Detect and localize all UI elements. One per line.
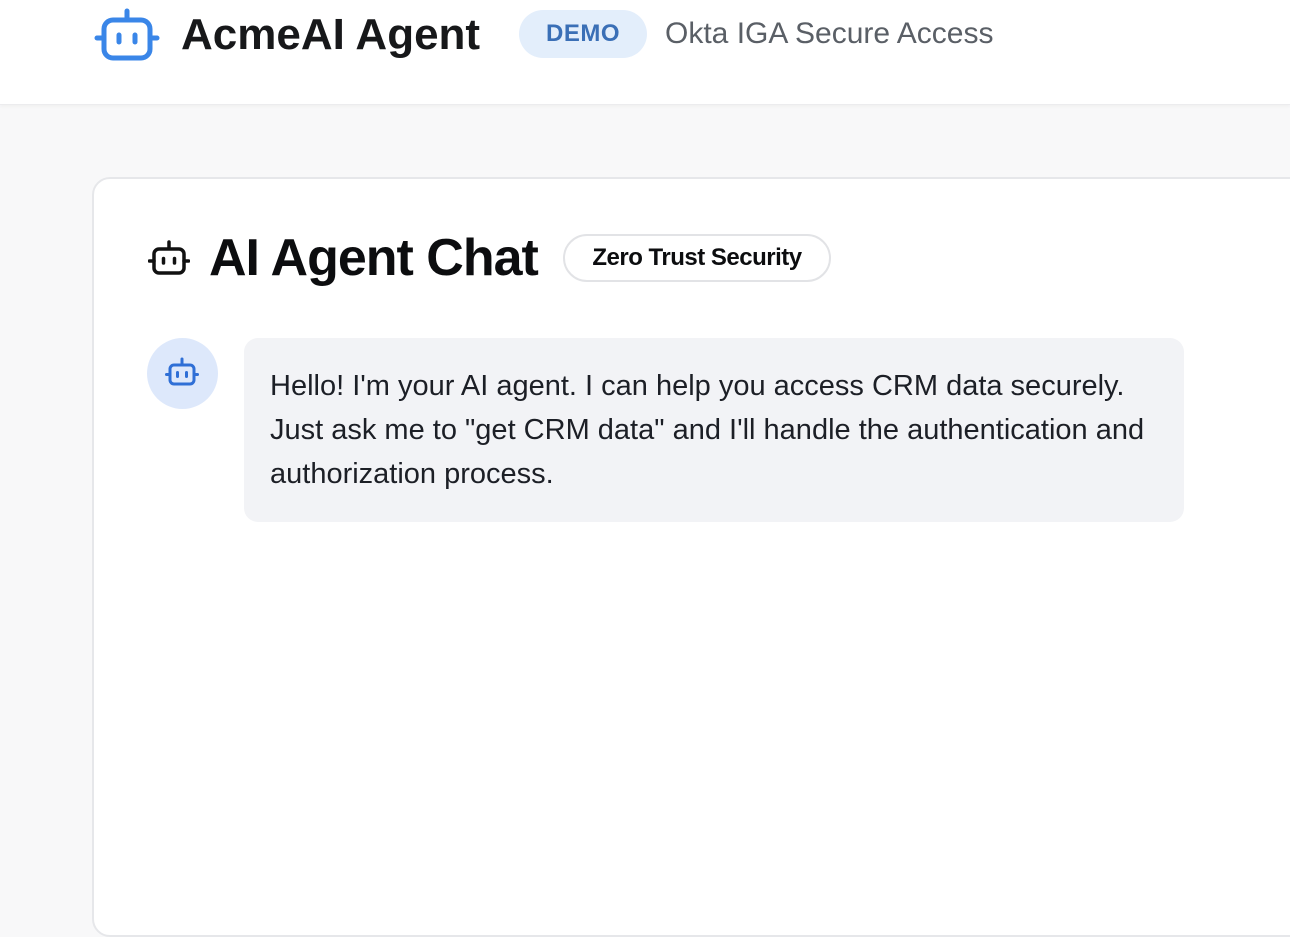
agent-message-text: Hello! I'm your AI agent. I can help you… — [270, 370, 1145, 490]
agent-avatar — [147, 338, 218, 409]
demo-badge: DEMO — [519, 10, 647, 58]
robot-icon — [94, 7, 160, 61]
robot-icon — [165, 357, 199, 386]
security-badge: Zero Trust Security — [563, 234, 831, 282]
agent-message-bubble: Hello! I'm your AI agent. I can help you… — [244, 338, 1184, 522]
brand-subtitle: Okta IGA Secure Access — [665, 17, 994, 50]
brand-title: AcmeAI Agent — [181, 10, 481, 59]
robot-icon — [147, 240, 191, 276]
page-title: AI Agent Chat — [209, 229, 539, 287]
top-header: AcmeAI Agent DEMO Okta IGA Secure Access — [0, 0, 1290, 105]
chat-panel — [92, 177, 1290, 937]
